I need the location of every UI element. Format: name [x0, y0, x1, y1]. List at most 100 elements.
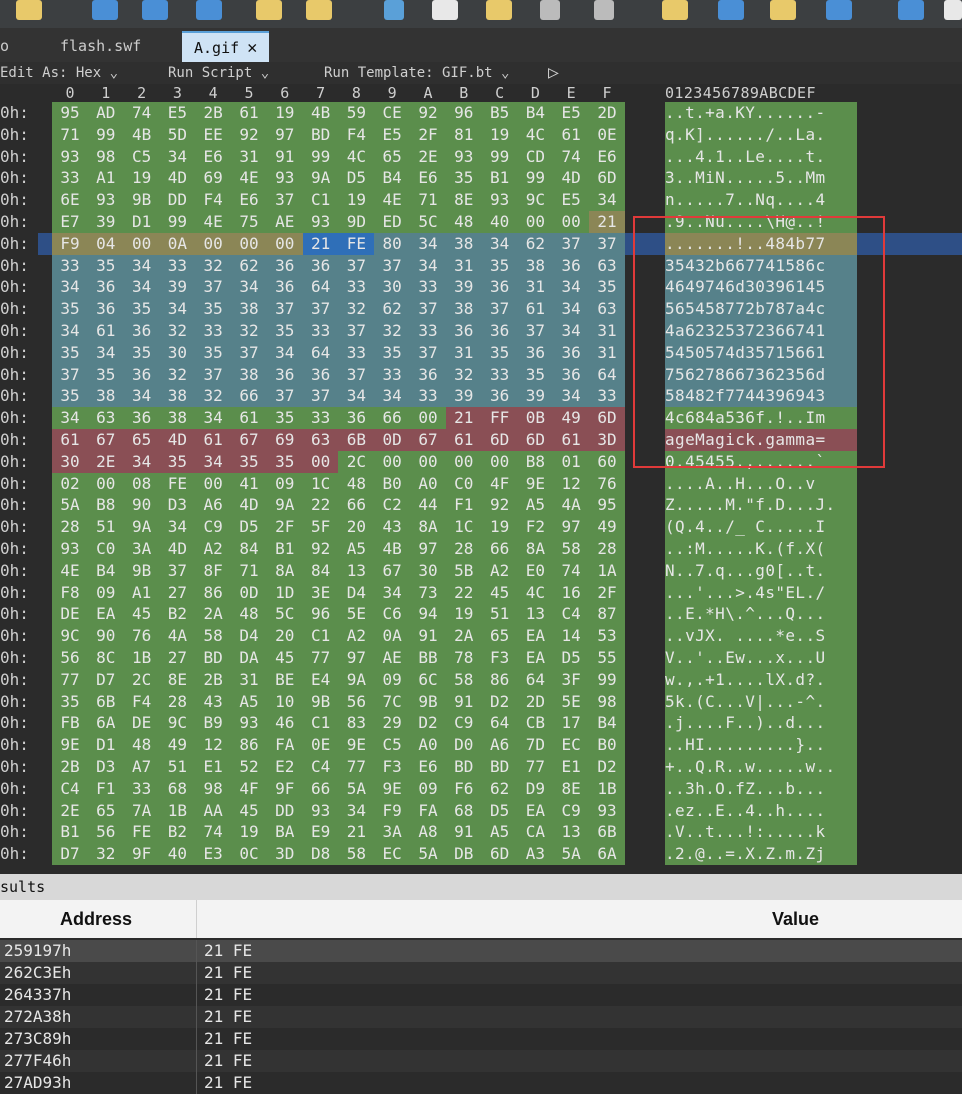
hex-byte[interactable]: 34	[159, 516, 196, 539]
hex-byte[interactable]: 2C	[123, 668, 160, 691]
hex-byte[interactable]: 32	[445, 363, 482, 386]
hex-byte[interactable]: 77	[517, 756, 554, 778]
hex-byte[interactable]: 35	[195, 298, 232, 321]
hex-byte[interactable]: 34	[231, 276, 267, 299]
hex-byte[interactable]: 1B	[123, 647, 160, 669]
hex-byte[interactable]: 61	[517, 298, 554, 321]
hex-byte[interactable]: 8E	[445, 189, 482, 212]
hex-byte[interactable]: 13	[553, 821, 590, 844]
folders-icon[interactable]	[306, 0, 332, 20]
hex-byte[interactable]: 36	[123, 363, 160, 386]
edit-as-dropdown[interactable]: Edit As: Hex ⌄	[0, 62, 118, 84]
hex-byte[interactable]: B4	[87, 559, 124, 582]
hex-byte[interactable]: C4	[52, 777, 88, 800]
hex-byte[interactable]: 3D	[589, 429, 625, 451]
hex-byte[interactable]: 64	[302, 276, 339, 299]
hex-byte[interactable]: 0D	[374, 429, 411, 451]
hex-byte[interactable]: 78	[445, 647, 482, 669]
hex-byte[interactable]: 37	[410, 341, 446, 364]
ascii-row[interactable]: ....A..H...O..v	[665, 472, 857, 495]
hex-byte[interactable]: 31	[589, 320, 625, 342]
hex-byte[interactable]: 36	[517, 341, 554, 364]
hex-byte[interactable]: 93	[302, 211, 339, 233]
hex-byte[interactable]: 19	[123, 167, 160, 190]
hex-byte[interactable]: 58	[445, 668, 482, 691]
hex-byte[interactable]: 99	[481, 145, 518, 168]
hex-byte[interactable]: 61	[553, 123, 590, 146]
hex-byte[interactable]: 9A	[123, 516, 160, 539]
hex-byte[interactable]: E7	[52, 211, 88, 233]
hex-byte[interactable]: B1	[52, 821, 88, 844]
hex-byte[interactable]: 0A	[159, 232, 196, 255]
hex-byte[interactable]: 69	[266, 429, 303, 451]
hex-byte[interactable]: 33	[302, 407, 339, 430]
hex-byte[interactable]: 36	[445, 320, 482, 342]
result-row[interactable]: 272A38h 21 FE	[0, 1006, 962, 1028]
hex-byte[interactable]: 34	[338, 385, 375, 408]
hex-byte[interactable]: 37	[302, 385, 339, 408]
hex-byte[interactable]: 56	[338, 690, 375, 713]
hex-byte[interactable]: 4B	[374, 538, 411, 560]
hex-byte[interactable]: CD	[517, 145, 554, 168]
hex-byte[interactable]: 3E	[302, 581, 339, 604]
hex-byte[interactable]: 12	[195, 734, 232, 757]
paste-icon[interactable]	[486, 0, 512, 20]
hex-byte[interactable]: A1	[123, 581, 160, 604]
hex-byte[interactable]: B8	[517, 450, 554, 473]
hex-byte[interactable]: BB	[410, 647, 446, 669]
hex-byte[interactable]: 74	[123, 102, 160, 124]
hex-byte[interactable]: E9	[302, 821, 339, 844]
hex-byte[interactable]: 16	[553, 581, 590, 604]
hex-byte[interactable]: 08	[123, 472, 160, 495]
ascii-row[interactable]: Z.....M."f.D...J.	[665, 494, 857, 517]
hex-byte[interactable]: E6	[410, 167, 446, 190]
ascii-row[interactable]: n.....7..Nq....4	[665, 189, 857, 212]
undo-icon[interactable]	[540, 0, 560, 20]
hex-byte[interactable]: D2	[410, 712, 446, 735]
hex-byte[interactable]: D1	[87, 734, 124, 757]
hex-byte[interactable]: 35	[589, 276, 625, 299]
hex-byte[interactable]: 91	[445, 690, 482, 713]
hex-byte[interactable]: B4	[589, 712, 625, 735]
hex-byte[interactable]: 62	[517, 232, 554, 255]
hex-byte[interactable]: 6B	[87, 690, 124, 713]
hex-byte[interactable]: 4D	[159, 167, 196, 190]
hex-byte[interactable]: 35	[159, 450, 196, 473]
hex-byte[interactable]: 44	[410, 494, 446, 517]
hex-byte[interactable]: A6	[481, 734, 518, 757]
hex-byte[interactable]: 8A	[410, 516, 446, 539]
hex-byte[interactable]: 00	[195, 472, 232, 495]
hex-byte[interactable]: 2C	[338, 450, 375, 473]
hex-byte[interactable]: 84	[302, 559, 339, 582]
hex-byte[interactable]: AE	[266, 211, 303, 233]
hex-byte[interactable]: 58	[338, 843, 375, 866]
hex-byte[interactable]: 38	[445, 232, 482, 255]
hex-byte[interactable]: D2	[481, 690, 518, 713]
hex-byte[interactable]: 95	[52, 102, 88, 124]
hex-byte[interactable]: 98	[87, 145, 124, 168]
hex-byte[interactable]: 28	[445, 538, 482, 560]
hex-byte[interactable]: A5	[231, 690, 267, 713]
hex-byte[interactable]: E3	[195, 843, 232, 866]
hex-byte[interactable]: 34	[123, 254, 160, 277]
hex-byte[interactable]: AA	[195, 799, 232, 822]
hex-byte[interactable]: 04	[87, 232, 124, 255]
hex-byte[interactable]: F3	[374, 756, 411, 778]
hex-byte[interactable]: E5	[553, 189, 590, 212]
hex-byte[interactable]: 63	[302, 429, 339, 451]
hex-byte[interactable]: C4	[302, 756, 339, 778]
hex-byte[interactable]: 5E	[338, 603, 375, 626]
hex-byte[interactable]: 4A	[553, 494, 590, 517]
hex-byte[interactable]: 33	[302, 320, 339, 342]
hex-byte[interactable]: 35	[52, 298, 88, 321]
hex-byte[interactable]: 38	[159, 407, 196, 430]
hex-byte[interactable]: A5	[481, 821, 518, 844]
hex-byte[interactable]: 5A	[338, 777, 375, 800]
hex-byte[interactable]: 64	[302, 341, 339, 364]
hex-byte[interactable]: 37	[553, 232, 590, 255]
hex-byte[interactable]: 51	[87, 516, 124, 539]
hex-byte[interactable]: D2	[589, 756, 625, 778]
hex-byte[interactable]: 65	[481, 625, 518, 648]
hex-byte[interactable]: BD	[481, 756, 518, 778]
close-icon[interactable]: ✕	[247, 33, 257, 63]
